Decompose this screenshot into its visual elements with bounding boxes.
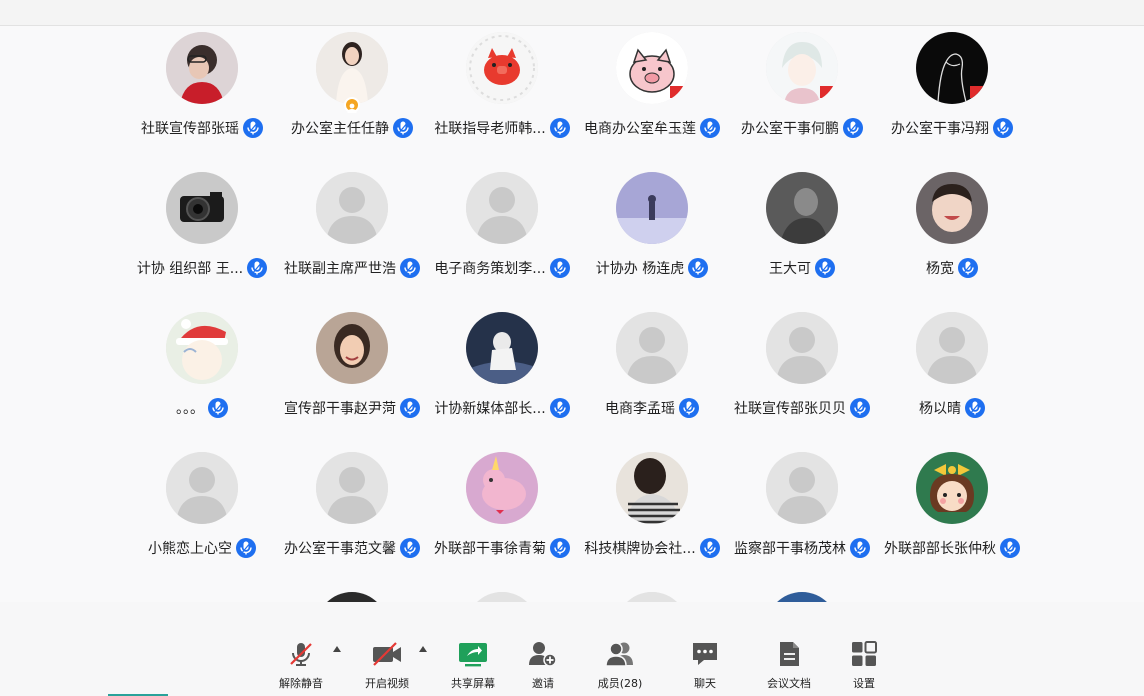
avatar bbox=[316, 452, 388, 524]
participant-name: 计协 组织部 王... bbox=[136, 261, 244, 277]
avatar bbox=[916, 452, 988, 524]
unmute-button[interactable]: 解除静音 bbox=[279, 638, 323, 692]
participant-name: 外联部干事徐青菊 bbox=[434, 541, 546, 557]
microphone-muted-icon bbox=[679, 398, 699, 418]
participant-name: 小熊恋上心空 bbox=[148, 541, 232, 557]
participant-tile[interactable]: 杨以晴 bbox=[877, 312, 1027, 432]
microphone-muted-icon bbox=[1000, 538, 1020, 558]
participant-name: 电商李孟瑶 bbox=[605, 401, 675, 417]
participant-name: 宣传部干事赵尹菏 bbox=[284, 401, 396, 417]
start-video-button[interactable]: 开启视频 bbox=[364, 638, 410, 692]
avatar bbox=[766, 312, 838, 384]
avatar bbox=[766, 452, 838, 524]
chat-label: 聊天 bbox=[694, 677, 716, 690]
participant-name: 电商办公室牟玉莲 bbox=[584, 121, 696, 137]
participant-name: 计协新媒体部长... bbox=[434, 401, 546, 417]
avatar bbox=[616, 452, 688, 524]
microphone-muted-icon bbox=[208, 398, 228, 418]
avatar bbox=[316, 32, 388, 104]
microphone-muted-icon bbox=[965, 398, 985, 418]
chat-button[interactable]: 聊天 bbox=[690, 638, 720, 692]
grid-settings-icon bbox=[848, 638, 880, 670]
participant-name: 办公室干事范文馨 bbox=[284, 541, 396, 557]
microphone-muted-icon bbox=[285, 638, 317, 670]
members-button[interactable]: 成员(28) bbox=[598, 638, 642, 692]
start-video-label: 开启视频 bbox=[365, 677, 409, 690]
meeting-docs-label: 会议文档 bbox=[767, 677, 811, 690]
participant-tile[interactable]: 外联部部长张仲秋 bbox=[877, 452, 1027, 572]
avatar bbox=[316, 312, 388, 384]
avatar bbox=[466, 452, 538, 524]
participant-name: 监察部干事杨茂林 bbox=[734, 541, 846, 557]
invite-label: 邀请 bbox=[532, 677, 554, 690]
chat-icon bbox=[689, 638, 721, 670]
participant-name: 外联部部长张仲秋 bbox=[884, 541, 996, 557]
share-screen-button[interactable]: 共享屏幕 bbox=[450, 638, 496, 692]
avatar bbox=[616, 312, 688, 384]
settings-button[interactable]: 设置 bbox=[849, 638, 879, 692]
avatar bbox=[316, 172, 388, 244]
participant-name: 社联宣传部张贝贝 bbox=[734, 401, 846, 417]
camera-off-icon bbox=[371, 638, 403, 670]
avatar bbox=[916, 32, 988, 104]
avatar bbox=[766, 592, 838, 602]
video-options-caret[interactable] bbox=[419, 646, 427, 652]
participant-tile[interactable]: 办公室干事冯翔 bbox=[877, 32, 1027, 152]
participant-name: 。。。 bbox=[176, 401, 204, 417]
members-label: 成员(28) bbox=[597, 677, 643, 690]
participant-name: 社联副主席严世浩 bbox=[284, 261, 396, 277]
share-screen-label: 共享屏幕 bbox=[451, 677, 495, 690]
avatar bbox=[466, 592, 538, 602]
avatar bbox=[466, 32, 538, 104]
participant-name: 王大可 bbox=[769, 261, 811, 277]
participant-name: 办公室主任任静 bbox=[291, 121, 389, 137]
participant-name: 杨以晴 bbox=[919, 401, 961, 417]
members-icon bbox=[604, 638, 636, 670]
meeting-docs-button[interactable]: 会议文档 bbox=[766, 638, 812, 692]
avatar bbox=[166, 32, 238, 104]
add-user-icon bbox=[527, 638, 559, 670]
avatar bbox=[466, 312, 538, 384]
microphone-muted-icon bbox=[993, 118, 1013, 138]
participant-name: 办公室干事何鹏 bbox=[741, 121, 839, 137]
avatar bbox=[466, 172, 538, 244]
window-top-strip bbox=[0, 0, 1144, 26]
document-icon bbox=[773, 638, 805, 670]
avatar bbox=[616, 32, 688, 104]
participant-name: 社联宣传部张瑶 bbox=[141, 121, 239, 137]
participant-name: 社联指导老师韩... bbox=[434, 121, 546, 137]
avatar bbox=[766, 172, 838, 244]
host-badge-icon bbox=[344, 97, 360, 113]
participant-name: 计协办 杨连虎 bbox=[595, 261, 685, 277]
invite-button[interactable]: 邀请 bbox=[528, 638, 558, 692]
avatar bbox=[316, 592, 388, 602]
avatar bbox=[766, 32, 838, 104]
participant-tile[interactable]: 杨宽 bbox=[877, 172, 1027, 292]
share-screen-icon bbox=[457, 638, 489, 670]
participant-name: 科技棋牌协会社... bbox=[584, 541, 696, 557]
participant-name: 杨宽 bbox=[926, 261, 954, 277]
avatar bbox=[166, 312, 238, 384]
settings-label: 设置 bbox=[853, 677, 875, 690]
participant-grid: 社联宣传部张瑶 办公室主任任静 社联指导老师韩... 电商办公室牟玉莲 办公室干事何鹏办… bbox=[0, 26, 1144, 602]
avatar bbox=[916, 172, 988, 244]
avatar bbox=[166, 452, 238, 524]
participant-name-row: 办公室干事冯翔 bbox=[852, 118, 1052, 138]
meeting-toolbar: 解除静音 开启视频 共享屏幕 邀请 成员(28) 聊天 会议文档 设置 bbox=[0, 602, 1144, 696]
avatar bbox=[166, 172, 238, 244]
microphone-muted-icon bbox=[958, 258, 978, 278]
unmute-label: 解除静音 bbox=[279, 677, 323, 690]
microphone-muted-icon bbox=[815, 258, 835, 278]
participant-name-row: 外联部部长张仲秋 bbox=[852, 538, 1052, 558]
avatar bbox=[916, 312, 988, 384]
participant-name-row: 杨以晴 bbox=[852, 398, 1052, 418]
audio-options-caret[interactable] bbox=[333, 646, 341, 652]
participant-name-row: 杨宽 bbox=[852, 258, 1052, 278]
participant-name: 电子商务策划李... bbox=[434, 261, 546, 277]
participant-name: 办公室干事冯翔 bbox=[891, 121, 989, 137]
avatar bbox=[616, 172, 688, 244]
avatar bbox=[616, 592, 688, 602]
